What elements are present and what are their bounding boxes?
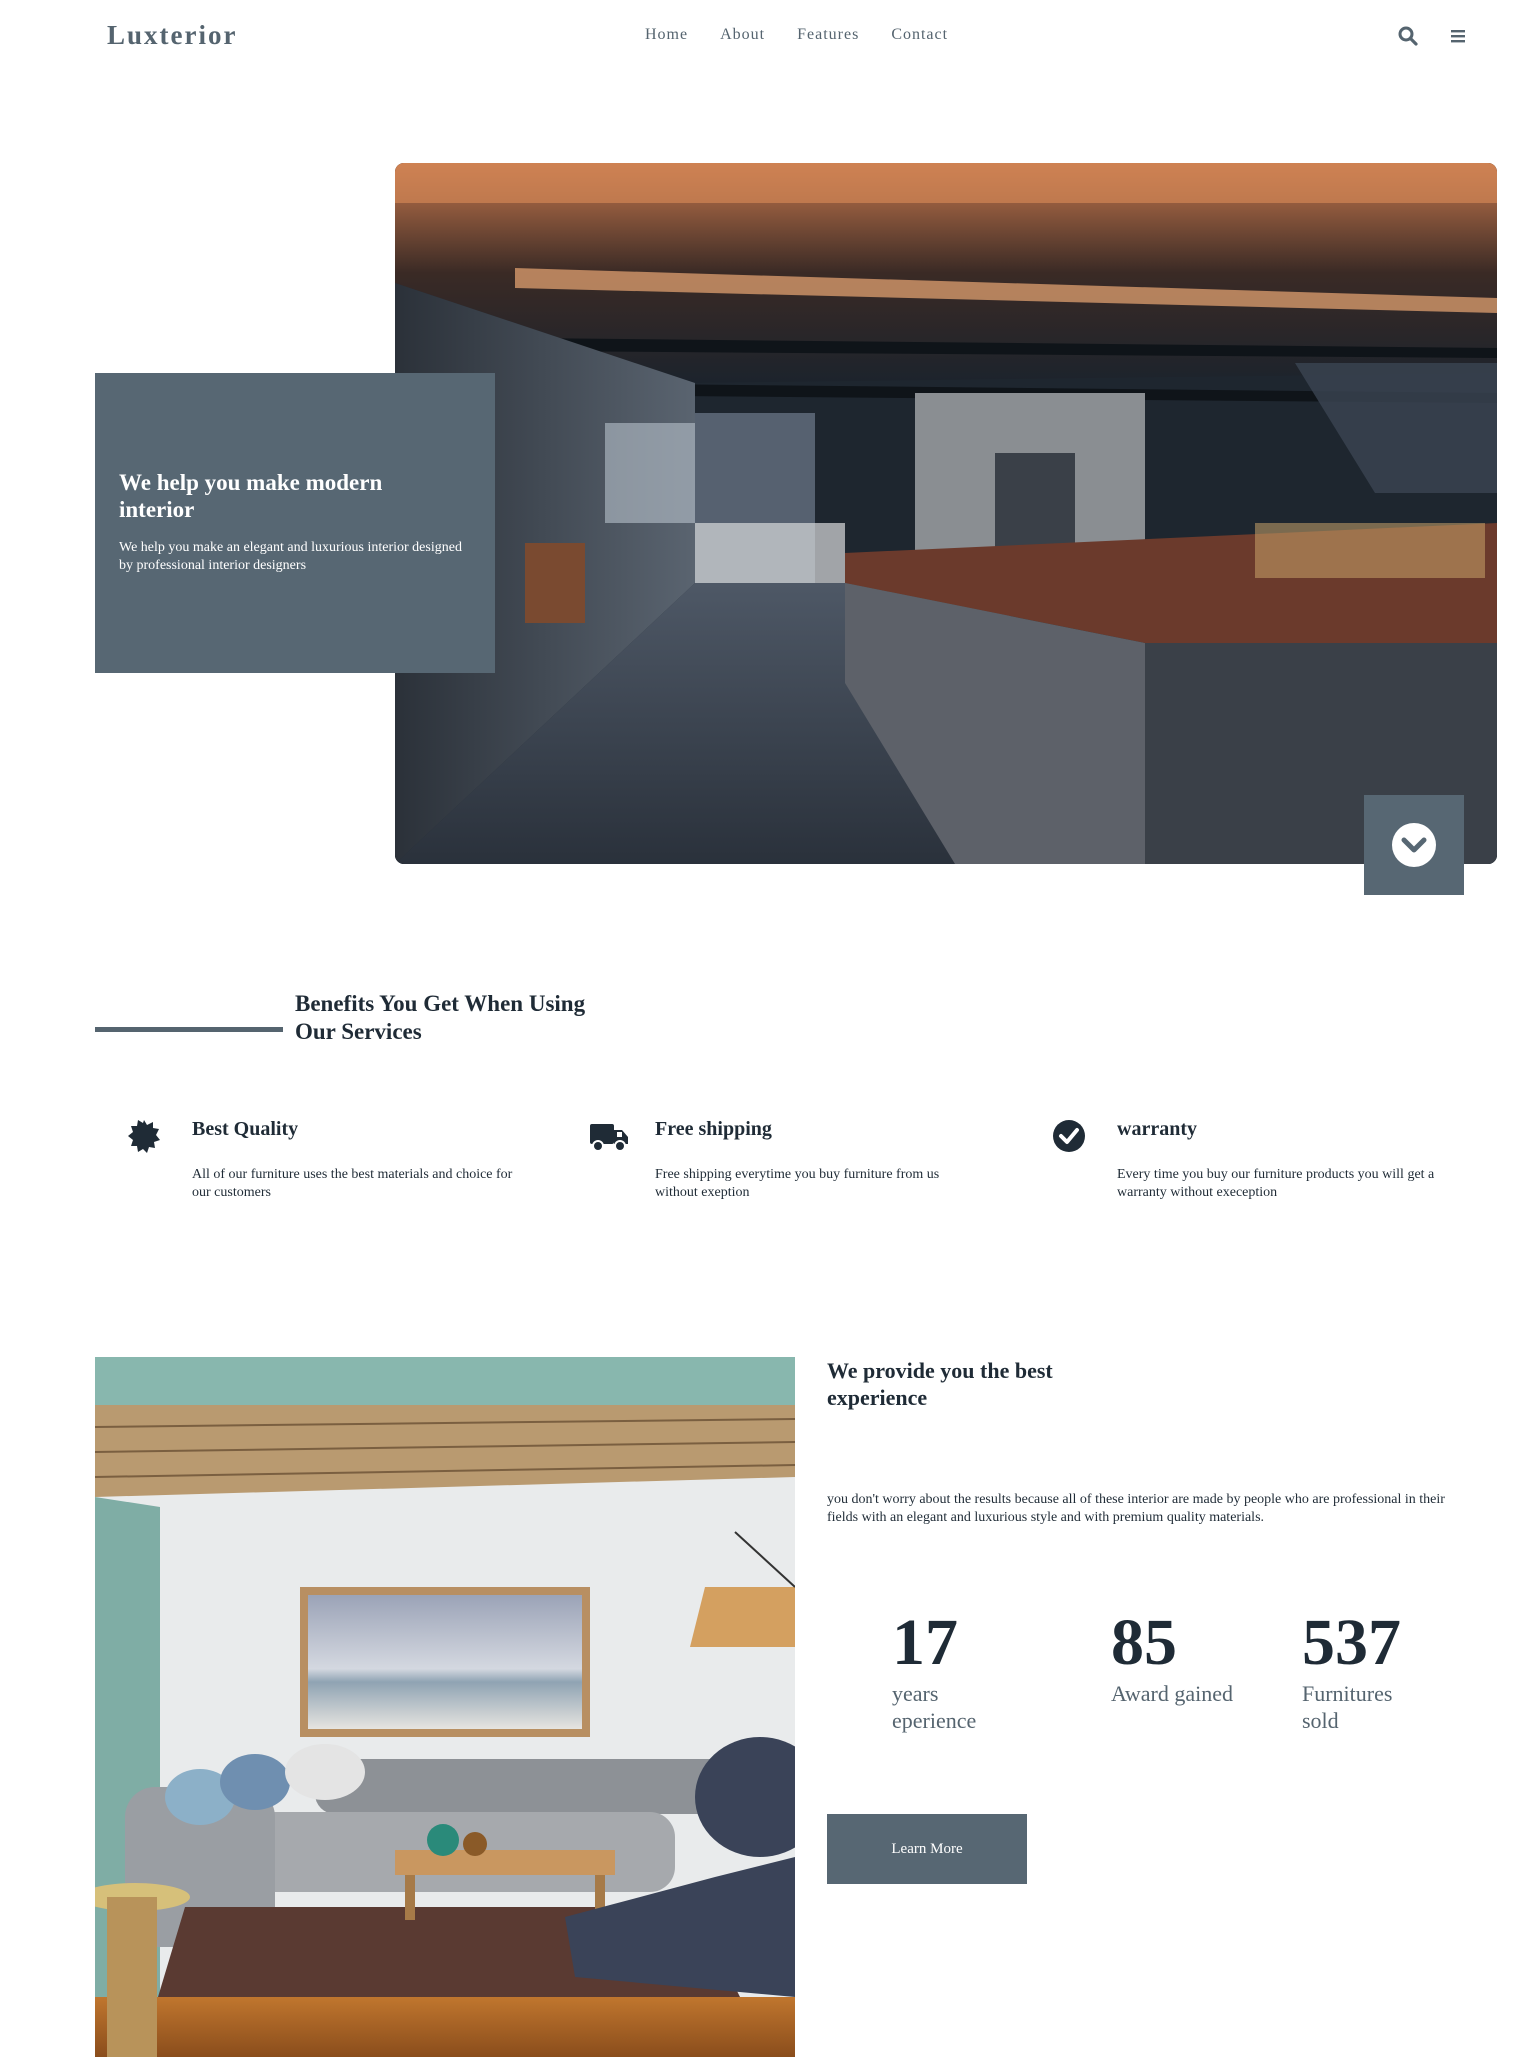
truck-icon [589, 1118, 628, 1154]
hero-card: We help you make modern interior We help… [95, 373, 495, 673]
search-icon[interactable] [1396, 24, 1420, 48]
experience-title: We provide you the best experience [827, 1358, 1053, 1410]
stat-value: 17 [892, 1606, 958, 1679]
stat-value: 85 [1111, 1606, 1177, 1679]
hero-subtitle: We help you make an elegant and luxuriou… [119, 540, 462, 573]
stat-label: Furnitures sold [1302, 1681, 1393, 1733]
living-room-image [95, 1357, 795, 2057]
hero-image [395, 163, 1497, 864]
hero-title: We help you make modern interior [119, 470, 383, 522]
badge-icon [126, 1118, 162, 1154]
stat-awards: 85 Award gained [1111, 1608, 1241, 1707]
experience-description: you don't worry about the results becaus… [827, 1492, 1445, 1525]
menu-icon[interactable] [1447, 24, 1471, 48]
feature-title: warranty [1117, 1118, 1197, 1140]
chevron-down-icon [1392, 823, 1436, 867]
feature-text: All of our furniture uses the best mater… [192, 1167, 513, 1200]
stat-label: Award gained [1111, 1681, 1233, 1706]
stat-years: 17 years eperience [892, 1608, 1022, 1734]
nav-about[interactable]: About [720, 26, 765, 44]
main-nav: Home About Features Contact [645, 26, 948, 44]
section-divider [95, 1027, 283, 1032]
nav-home[interactable]: Home [645, 26, 688, 44]
stat-value: 537 [1302, 1606, 1401, 1679]
feature-text: Free shipping everytime you buy furnitur… [655, 1167, 940, 1200]
scroll-down-button[interactable] [1364, 795, 1464, 895]
logo[interactable]: Luxterior [107, 20, 237, 51]
feature-text: Every time you buy our furniture product… [1117, 1167, 1435, 1200]
stat-furnitures: 537 Furnitures sold [1302, 1608, 1432, 1734]
stat-label: years eperience [892, 1681, 977, 1733]
nav-features[interactable]: Features [797, 26, 859, 44]
feature-title: Best Quality [192, 1118, 299, 1140]
learn-more-button[interactable]: Learn More [827, 1814, 1027, 1884]
feature-title: Free shipping [655, 1118, 772, 1140]
nav-contact[interactable]: Contact [891, 26, 948, 44]
benefits-title: Benefits You Get When Using Our Services [295, 991, 586, 1044]
check-circle-icon [1051, 1118, 1087, 1154]
